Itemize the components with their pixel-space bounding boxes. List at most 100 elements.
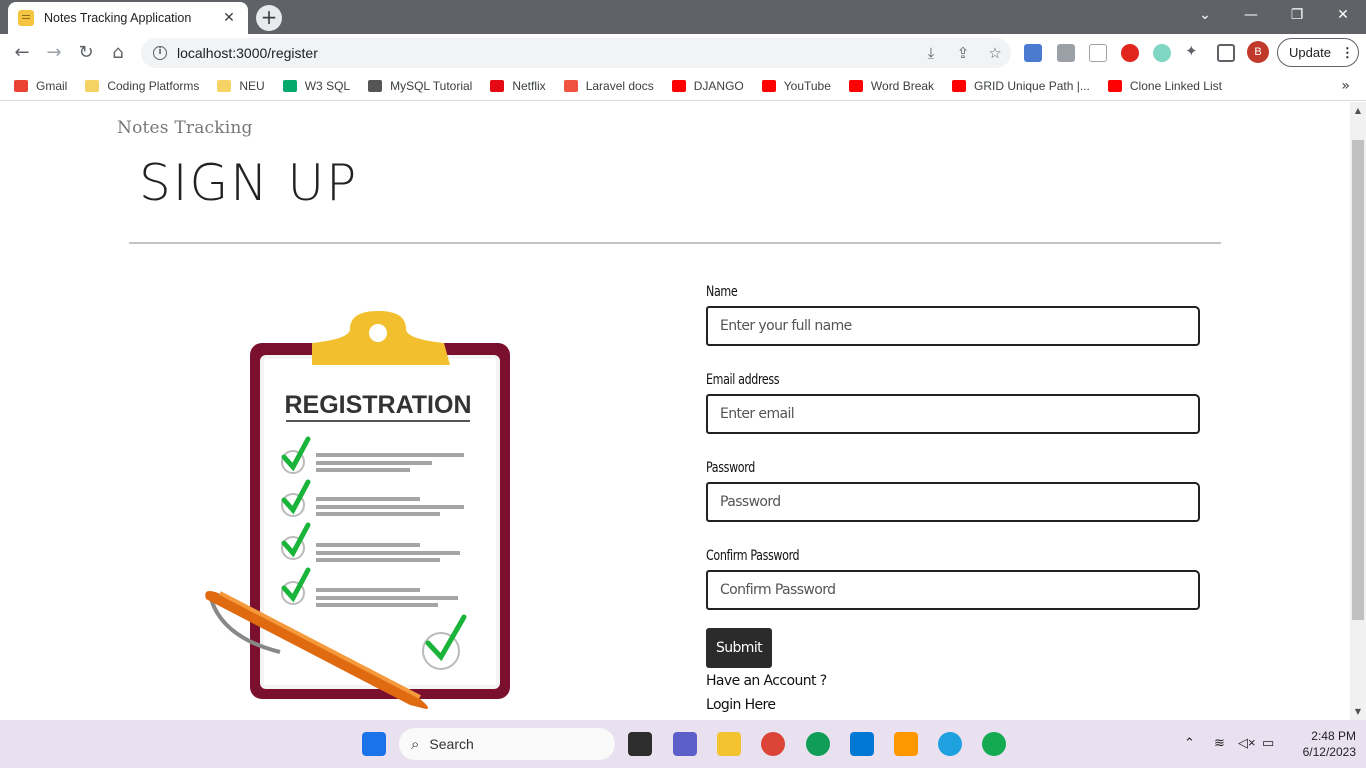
bookmark-item[interactable]: Word Break [848,79,934,93]
bookmark-label: MySQL Tutorial [390,79,473,93]
share-icon[interactable]: ⇪ [947,44,979,62]
submit-button[interactable]: Submit [706,628,772,668]
back-arrow-icon[interactable]: ← [9,41,35,65]
colorful-extension-icon[interactable] [1153,44,1171,62]
task-view-icon[interactable] [628,732,652,756]
mail-extension-icon[interactable] [1089,44,1107,62]
clock-date: 6/12/2023 [1302,745,1356,759]
close-tab-icon[interactable]: ✕ [220,10,238,26]
confirm-password-label: Confirm Password [706,548,800,564]
name-field[interactable] [706,306,1200,346]
scroll-up-icon[interactable]: ▲ [1350,106,1366,115]
sublime-text-icon[interactable] [894,732,918,756]
bookmark-item[interactable]: YouTube [761,79,831,93]
file-explorer-icon[interactable] [717,732,741,756]
taskbar-search[interactable]: ⌕ Search [399,728,615,760]
page-title: SIGN UP [139,154,359,212]
folder-icon [217,80,232,92]
mongodb-icon[interactable] [982,732,1006,756]
taskbar-clock[interactable]: 2:48 PM 6/12/2023 [1290,728,1356,760]
bookmark-label: Coding Platforms [107,79,200,93]
bookmarks-bar: Gmail Coding Platforms NEU W3 SQL MySQL Tuto… [0,72,1366,101]
notes-favicon-icon [18,10,34,26]
menu-kebab-icon: ⋮ [1340,44,1354,60]
youtube-icon [952,80,967,92]
side-panel-icon[interactable] [1217,44,1235,62]
address-bar[interactable]: i localhost:3000/register ⤓ ⇪ ☆ [141,38,1011,68]
bookmark-item[interactable]: Laravel docs [563,79,654,93]
bookmark-item[interactable]: Netflix [490,79,546,93]
new-tab-button[interactable]: + [256,5,282,31]
clock-time: 2:48 PM [1311,729,1356,743]
brand-name[interactable]: Notes Tracking [117,118,253,138]
update-button[interactable]: Update ⋮ [1277,38,1359,67]
reload-icon[interactable]: ↻ [73,41,99,65]
opera-extension-icon[interactable] [1121,44,1139,62]
laravel-icon [563,80,578,92]
bookmark-item[interactable]: GRID Unique Path |... [952,79,1090,93]
chrome-profile-icon[interactable] [806,732,830,756]
email-field[interactable] [706,394,1200,434]
scrollbar-thumb[interactable] [1352,140,1364,620]
wifi-icon[interactable]: ≋ [1214,735,1225,751]
bookmark-label: Clone Linked List [1129,79,1222,93]
browser-toolbar: ← → ↻ ⌂ i localhost:3000/register ⤓ ⇪ ☆ … [0,34,1366,72]
login-link[interactable]: Login Here [706,694,1206,718]
bookmark-label: Netflix [512,79,546,93]
bookmark-label: NEU [239,79,265,93]
youtube-icon [1107,80,1122,92]
bookmark-label: YouTube [783,79,831,93]
email-label: Email address [706,372,780,388]
profile-avatar[interactable]: B [1247,41,1269,63]
close-window-button[interactable]: ✕ [1320,0,1366,30]
heading-divider [129,242,1221,244]
bookmark-label: W3 SQL [304,79,351,93]
illustration-title: REGISTRATION [284,391,471,419]
address-url[interactable]: localhost:3000/register [177,45,915,61]
teams-chat-icon[interactable] [673,732,697,756]
scroll-down-icon[interactable]: ▼ [1350,707,1366,716]
chrome-icon[interactable] [761,732,785,756]
bookmark-item[interactable]: MySQL Tutorial [368,79,472,93]
extensions-puzzle-icon[interactable]: ✦ [1185,42,1203,60]
bookmark-label: Laravel docs [585,79,654,93]
bookmark-label: DJANGO [693,79,744,93]
taskbar-search-label: Search [429,736,474,752]
bookmark-item[interactable]: NEU [217,79,265,93]
tray-overflow-icon[interactable]: ⌃ [1184,735,1195,751]
page-viewport: Notes Tracking SIGN UP REGISTRATION Name… [0,102,1350,720]
battery-icon[interactable]: ▭ [1262,735,1274,751]
netflix-icon [490,80,505,92]
restore-window-button[interactable]: ❐ [1274,0,1320,30]
minimize-window-button[interactable]: — [1228,0,1274,30]
bookmark-item[interactable]: Coding Platforms [85,79,199,93]
install-app-icon[interactable]: ⤓ [915,44,947,62]
edge-icon[interactable] [938,732,962,756]
password-label: Password [706,460,755,476]
home-icon[interactable]: ⌂ [105,41,131,65]
bookmark-item[interactable]: DJANGO [671,79,744,93]
windows-taskbar: ⌕ Search ⌃ ≋ ◁× ▭ 2:48 PM 6/12/2023 [0,720,1366,768]
more-bookmarks-icon[interactable]: » [1341,78,1350,94]
bookmark-item[interactable]: W3 SQL [282,79,351,93]
tab-search-icon[interactable]: ⌄ [1182,0,1228,30]
confirm-password-field[interactable] [706,570,1200,610]
password-field[interactable] [706,482,1200,522]
bookmark-item[interactable]: Gmail [14,79,67,93]
extension-icon[interactable] [1057,44,1075,62]
bookmark-star-icon[interactable]: ☆ [979,44,1011,62]
volume-muted-icon[interactable]: ◁× [1238,735,1256,751]
windows-start-icon[interactable] [362,732,386,756]
bookmark-label: Gmail [36,79,68,93]
registration-clipboard-illustration: REGISTRATION [205,311,510,709]
bookmark-item[interactable]: Clone Linked List [1107,79,1222,93]
site-info-icon[interactable]: i [153,46,167,60]
translate-extension-icon[interactable] [1024,44,1042,62]
youtube-icon [848,80,863,92]
bookmark-label: GRID Unique Path |... [974,79,1090,93]
browser-tab-active[interactable]: Notes Tracking Application ✕ [8,2,248,34]
vertical-scrollbar[interactable]: ▲ ▼ [1350,102,1366,720]
folder-icon [85,80,100,92]
vscode-icon[interactable] [850,732,874,756]
forward-arrow-icon[interactable]: → [41,41,67,65]
